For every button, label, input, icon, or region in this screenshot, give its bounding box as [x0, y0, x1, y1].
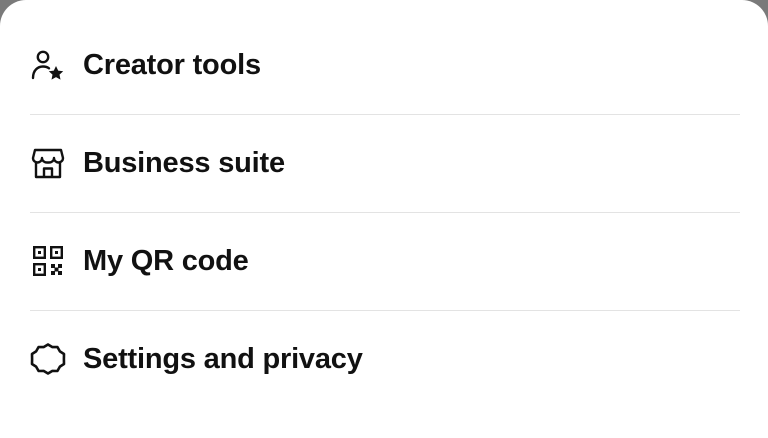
gear-icon	[30, 341, 66, 377]
qr-code-icon	[30, 243, 66, 279]
more-options-menu: Creator tools Business suite My QR code …	[30, 16, 740, 408]
menu-item-my-qr-code[interactable]: My QR code	[30, 212, 740, 310]
storefront-icon	[30, 145, 66, 181]
bottom-sheet: Creator tools Business suite My QR code …	[0, 0, 768, 438]
menu-item-label: Creator tools	[83, 48, 261, 81]
menu-item-label: Settings and privacy	[83, 342, 363, 375]
menu-item-settings-and-privacy[interactable]: Settings and privacy	[30, 310, 740, 408]
menu-item-creator-tools[interactable]: Creator tools	[30, 16, 740, 114]
menu-item-label: Business suite	[83, 146, 285, 179]
person-star-icon	[30, 47, 66, 83]
menu-item-business-suite[interactable]: Business suite	[30, 114, 740, 212]
menu-item-label: My QR code	[83, 244, 249, 277]
